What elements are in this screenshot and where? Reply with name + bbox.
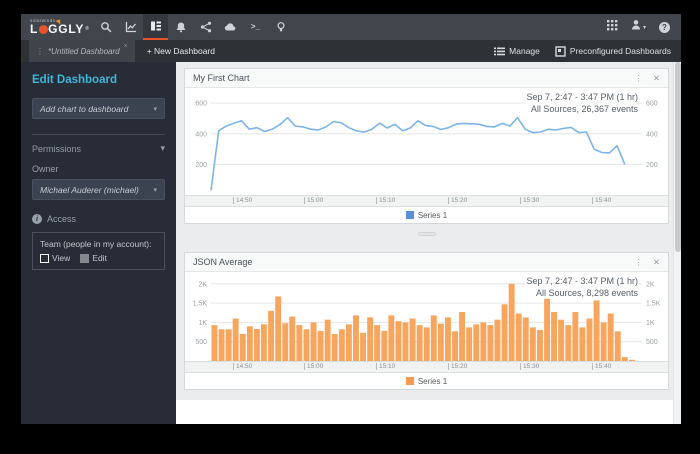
tips-bulb-icon[interactable] (268, 14, 293, 40)
tabbar-right-group: Manage Preconfigured Dashboards (494, 46, 681, 57)
panel-header: JSON Average ⋮ ✕ (185, 253, 668, 272)
panel-title: My First Chart (193, 73, 250, 83)
svg-text:400: 400 (646, 131, 658, 138)
panel-close-icon[interactable]: ✕ (653, 258, 660, 267)
manage-button[interactable]: Manage (494, 46, 540, 56)
scrollbar-thumb[interactable] (675, 62, 681, 252)
svg-text:400: 400 (195, 131, 207, 138)
owner-dropdown[interactable]: Michael Auderer (michael) ▾ (32, 179, 165, 200)
terminal-icon[interactable]: >_ (243, 14, 268, 40)
new-dashboard-button[interactable]: + New Dashboard (147, 46, 215, 56)
vertical-scrollbar[interactable] (673, 62, 681, 424)
dashboards-icon[interactable] (143, 14, 168, 40)
chart-range-info: Sep 7, 2:47 - 3:47 PM (1 hr) All Sources… (526, 91, 638, 115)
chart-legend[interactable]: Series 1 (185, 373, 668, 389)
team-permissions-box: Team (people in my account): View Edit (32, 232, 165, 270)
sidebar-title: Edit Dashboard (32, 74, 165, 86)
chevron-down-icon: ▾ (643, 24, 646, 31)
sidebar-divider (32, 134, 165, 135)
chart-panel-json-average: JSON Average ⋮ ✕ 500 500 1K 1K 1.5K 1.5K 2K 2K … (184, 252, 669, 390)
bar-chart[interactable]: 500 500 1K 1K 1.5K 1.5K 2K 2K Sep 7, 2:47 - 3:4… (185, 272, 668, 361)
chart-range-info: Sep 7, 2:47 - 3:47 PM (1 hr) All Sources… (526, 275, 638, 299)
svg-text:200: 200 (195, 162, 207, 169)
chevron-down-icon: ▾ (153, 186, 157, 194)
x-axis-strip: 14:5015:0015:1015:2015:3015:40 (185, 361, 668, 373)
chevron-down-icon: ▾ (160, 143, 165, 154)
checkbox-unchecked-icon[interactable] (40, 254, 49, 263)
svg-text:2K: 2K (646, 281, 655, 288)
legend-swatch (406, 211, 414, 219)
top-navbar: solarwinds LGGLY® >_ (21, 14, 681, 40)
svg-text:600: 600 (646, 101, 658, 108)
info-icon: i (32, 214, 42, 224)
manage-list-icon (494, 47, 505, 56)
tab-untitled-dashboard[interactable]: ⋮ *Untitled Dashboard × (29, 40, 135, 62)
access-row: i Access (32, 214, 165, 224)
brand-text: L (30, 23, 38, 35)
line-chart[interactable]: 200 200 400 400 600 600 Sep 7, 2:47 - 3:47 PM… (185, 88, 668, 195)
svg-text:1.5K: 1.5K (646, 301, 661, 308)
tab-kebab-icon[interactable]: ⋮ (36, 47, 44, 56)
svg-text:500: 500 (646, 339, 658, 346)
apps-grid-icon[interactable] (607, 18, 618, 36)
chart-panel-my-first-chart: My First Chart ⋮ ✕ 200 200 400 400 600 600 Se… (184, 68, 669, 224)
user-icon (631, 18, 642, 36)
panel-header: My First Chart ⋮ ✕ (185, 69, 668, 88)
chart-source-events: All Sources, 26,367 events (526, 103, 638, 115)
app-window: solarwinds LGGLY® >_ (21, 14, 681, 424)
chart-time-range: Sep 7, 2:47 - 3:47 PM (1 hr) (526, 275, 638, 287)
chart-legend[interactable]: Series 1 (185, 207, 668, 223)
dashboard-canvas: My First Chart ⋮ ✕ 200 200 400 400 600 600 Se… (176, 62, 681, 400)
owner-label: Owner (32, 164, 165, 174)
svg-text:600: 600 (195, 101, 207, 108)
search-icon[interactable] (93, 14, 118, 40)
navbar-icon-group: >_ (93, 14, 293, 40)
charts-icon[interactable] (118, 14, 143, 40)
panel-menu-icon[interactable]: ⋮ (634, 258, 643, 267)
dashboard-tabbar: ⋮ *Untitled Dashboard × + New Dashboard … (21, 40, 681, 62)
source-groups-icon[interactable] (193, 14, 218, 40)
access-label: Access (47, 214, 76, 224)
tab-close-icon[interactable]: × (124, 43, 128, 50)
svg-text:1K: 1K (198, 320, 207, 327)
tab-label: *Untitled Dashboard (48, 47, 120, 56)
chevron-down-icon: ▾ (153, 105, 157, 113)
user-menu[interactable]: ▾ (631, 18, 646, 36)
legend-label: Series 1 (418, 211, 447, 220)
team-title: Team (people in my account): (40, 239, 157, 249)
permissions-toggle[interactable]: Permissions ▾ (32, 143, 165, 154)
panel-title: JSON Average (193, 257, 252, 267)
source-setup-cloud-icon[interactable] (218, 14, 243, 40)
svg-text:1.5K: 1.5K (193, 301, 208, 308)
chart-time-range: Sep 7, 2:47 - 3:47 PM (1 hr) (526, 91, 638, 103)
legend-label: Series 1 (418, 377, 447, 386)
alerts-bell-icon[interactable] (168, 14, 193, 40)
legend-swatch (406, 377, 414, 385)
preconfigured-dashboards-button[interactable]: Preconfigured Dashboards (555, 46, 671, 57)
brand-text: GGLY (48, 23, 84, 35)
navbar-right-group: ▾ ? (607, 18, 681, 36)
registered-mark: ® (85, 27, 89, 32)
svg-text:1K: 1K (646, 320, 655, 327)
panel-menu-icon[interactable]: ⋮ (634, 74, 643, 83)
preconfigured-icon (555, 46, 566, 57)
svg-text:500: 500 (195, 339, 207, 346)
svg-text:2K: 2K (198, 281, 207, 288)
edit-checkbox[interactable]: Edit (80, 253, 107, 263)
view-checkbox[interactable]: View (40, 253, 70, 263)
edit-dashboard-sidebar: Edit Dashboard Add chart to dashboard ▾ … (21, 62, 176, 424)
panel-close-icon[interactable]: ✕ (653, 74, 660, 83)
dashboard-main-area: My First Chart ⋮ ✕ 200 200 400 400 600 600 Se… (176, 62, 681, 424)
brand-o-dot (39, 25, 48, 34)
chart-source-events: All Sources, 8,298 events (526, 287, 638, 299)
loggly-logo[interactable]: solarwinds LGGLY® (21, 19, 93, 36)
help-icon[interactable]: ? (659, 22, 670, 33)
checkbox-disabled-icon[interactable] (80, 254, 89, 263)
x-axis-strip: 14:5015:0015:1015:2015:3015:40 (185, 195, 668, 207)
panel-resize-handle[interactable] (418, 232, 436, 236)
svg-text:200: 200 (646, 162, 658, 169)
add-chart-dropdown[interactable]: Add chart to dashboard ▾ (32, 98, 165, 119)
